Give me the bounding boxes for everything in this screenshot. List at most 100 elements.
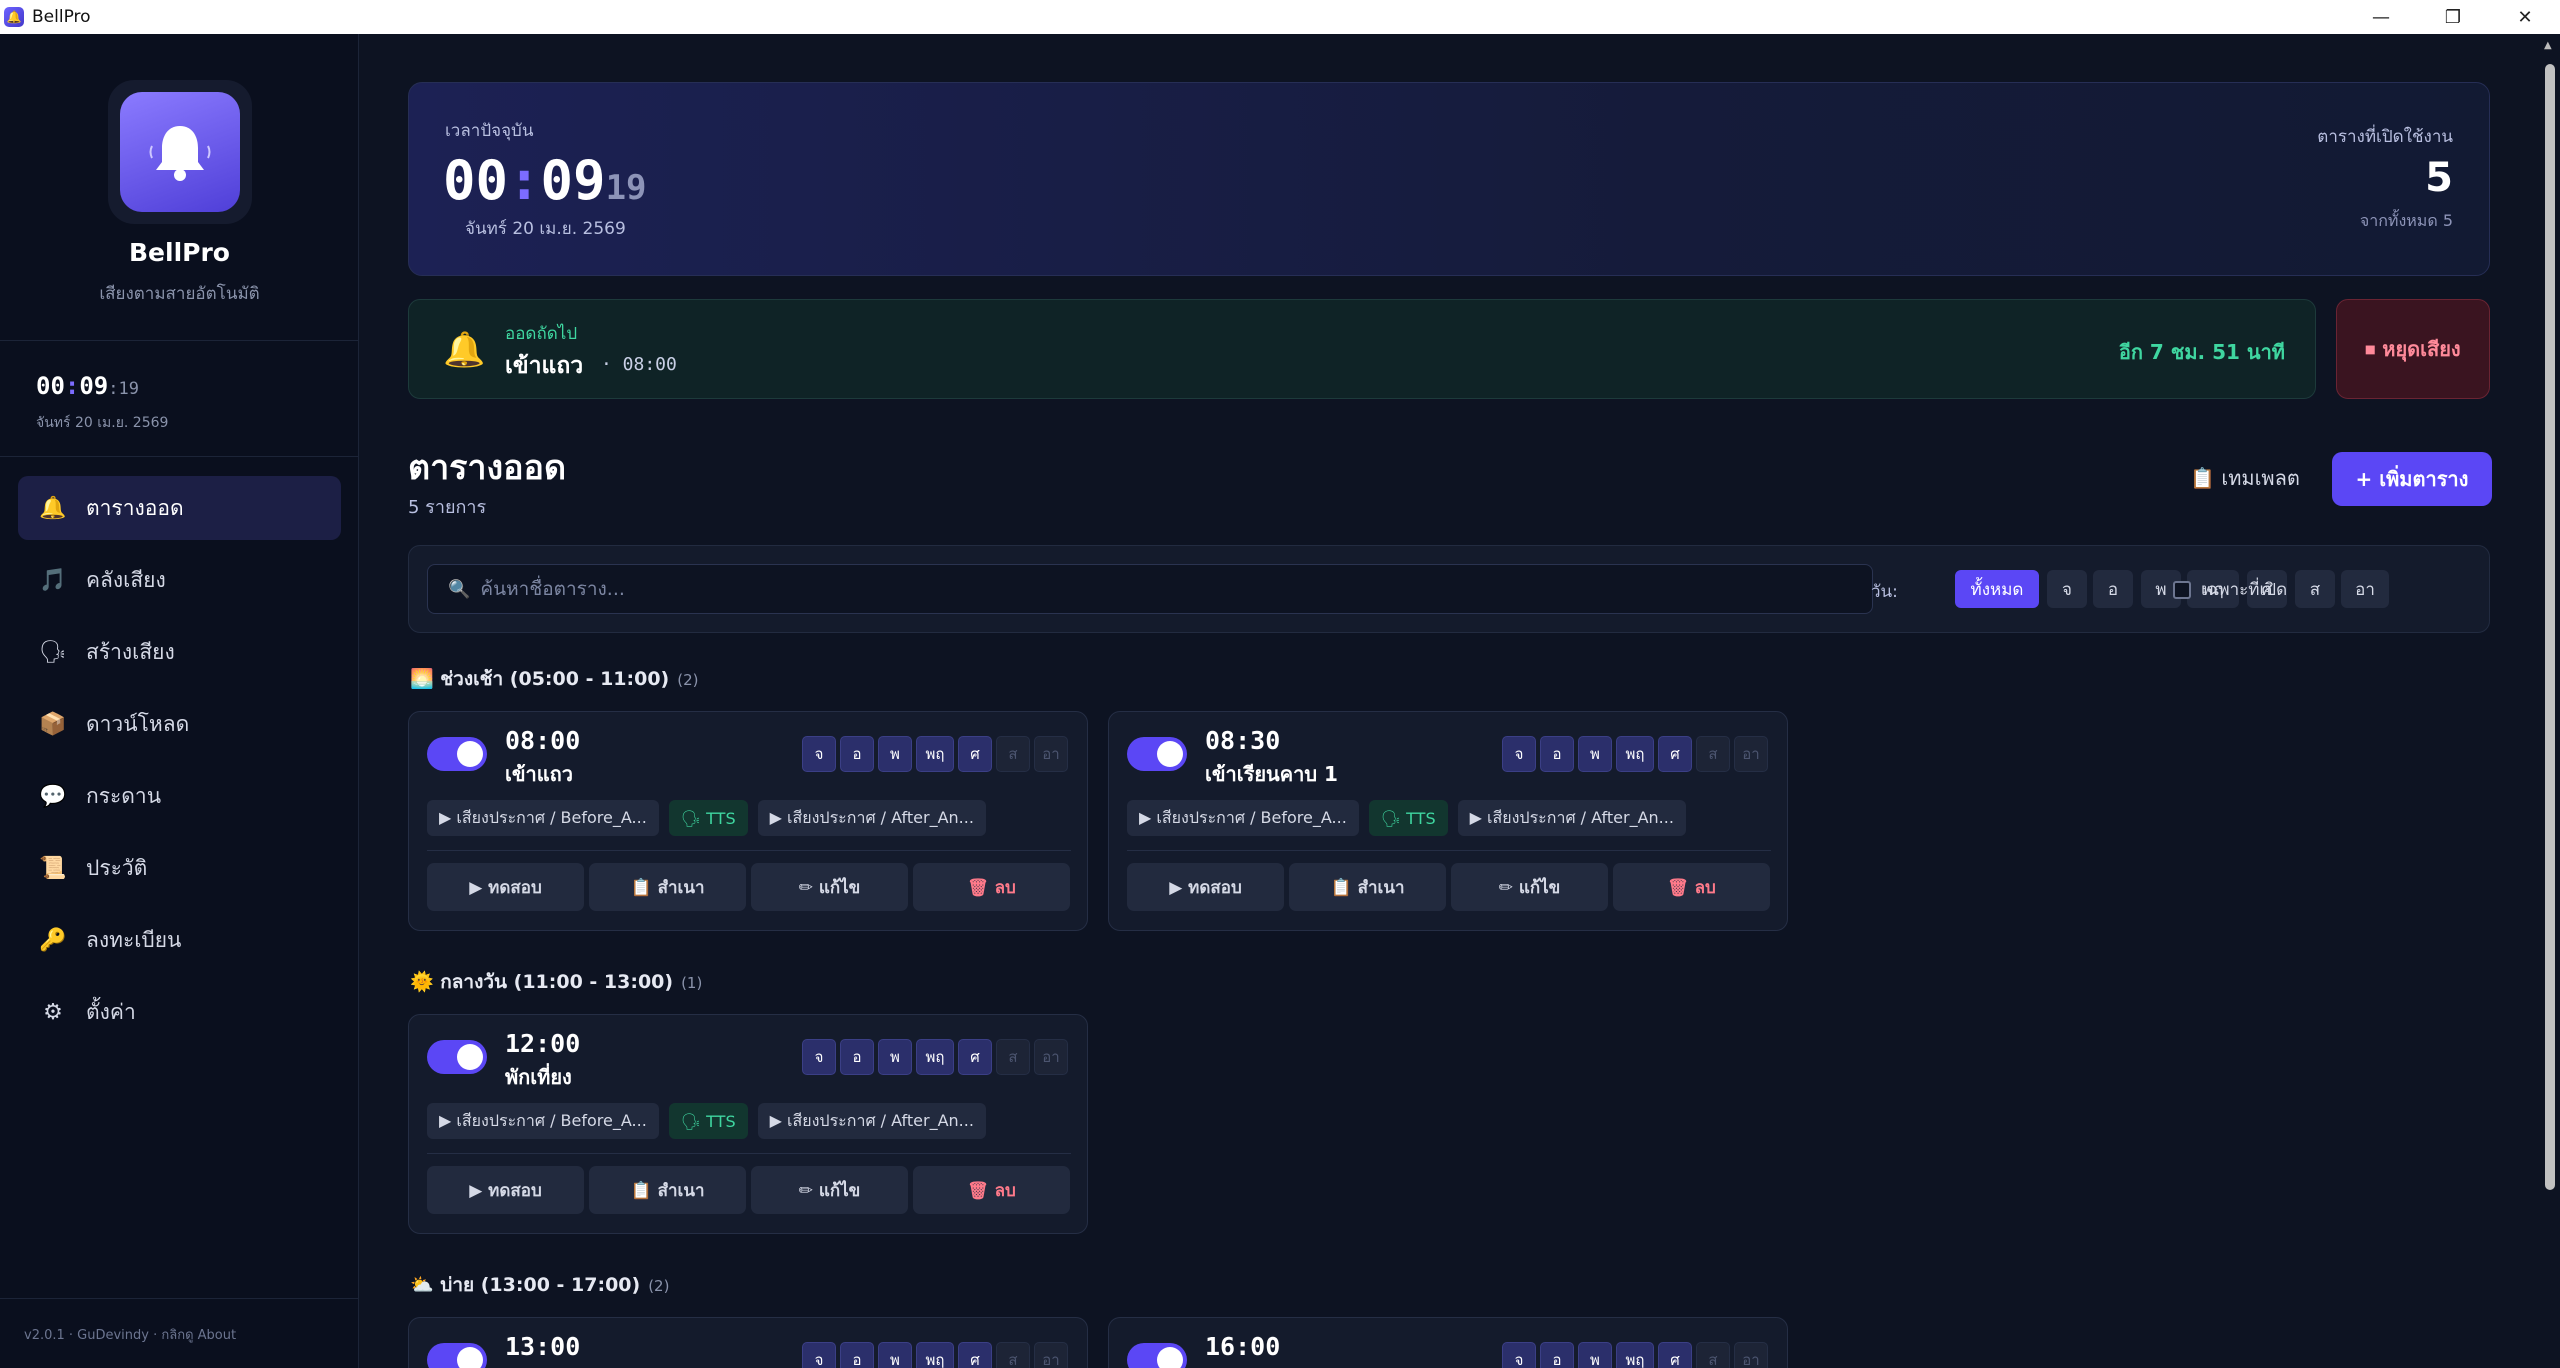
main-scrollbar[interactable]: ▲ xyxy=(2540,34,2560,1368)
schedule-days: จ อ พ พฤ ศ ส อา xyxy=(802,1342,1072,1368)
divider xyxy=(427,1153,1071,1154)
copy-button[interactable]: 📋 สำเนา xyxy=(1289,863,1446,911)
divider xyxy=(0,456,359,457)
day-badge: พ xyxy=(1578,736,1612,772)
day-badge: จ xyxy=(1502,1342,1536,1368)
sidebar-item-register[interactable]: 🔑 ลงทะเบียน xyxy=(18,908,341,972)
window-titlebar: 🔔 BellPro — ❐ ✕ xyxy=(0,0,2560,34)
day-badge: อา xyxy=(1734,1342,1768,1368)
schedule-toggle[interactable] xyxy=(1127,737,1187,771)
delete-button[interactable]: 🗑 ลบ xyxy=(913,1166,1070,1214)
next-bell-card: 🔔 ออดถัดไป เข้าแถว · 08:00 อีก 7 ชม. 51 … xyxy=(408,299,2316,399)
schedule-name: พักเที่ยง xyxy=(505,1065,572,1089)
sidebar-footer[interactable]: v2.0.1 · GuDevindy · กลิกดู About xyxy=(24,1324,236,1345)
add-schedule-button[interactable]: + เพิ่มตาราง xyxy=(2332,452,2492,506)
current-time: 00:0919 xyxy=(443,149,647,212)
day-filter-all[interactable]: ทั้งหมด xyxy=(1955,570,2039,608)
sidebar-item-settings[interactable]: ⚙ ตั้งค่า xyxy=(18,980,341,1044)
schedule-sounds: ▶ เสียงประกาศ / Before_A... 🗣 TTS ▶ เสีย… xyxy=(1127,800,1696,836)
scroll-up-icon[interactable]: ▲ xyxy=(2544,40,2552,51)
schedule-time: 08:30 xyxy=(1205,726,1281,755)
schedule-toggle[interactable] xyxy=(427,1343,487,1368)
music-icon: 🎵 xyxy=(39,567,67,593)
tts-chip[interactable]: 🗣 TTS xyxy=(668,800,748,836)
day-badge: พ xyxy=(1578,1342,1612,1368)
sidebar-item-label: ดาวน์โหลด xyxy=(86,711,190,736)
sound-chip[interactable]: ▶ เสียงประกาศ / After_An... xyxy=(757,800,986,836)
copy-button[interactable]: 📋 สำเนา xyxy=(589,1166,746,1214)
day-badge: อา xyxy=(1734,736,1768,772)
sound-chip[interactable]: ▶ เสียงประกาศ / After_An... xyxy=(1457,800,1686,836)
day-badge: พฤ xyxy=(916,1342,954,1368)
sound-chip[interactable]: ▶ เสียงประกาศ / Before_A... xyxy=(1127,800,1359,836)
test-button[interactable]: ▶ ทดสอบ xyxy=(1127,863,1284,911)
schedule-time: 16:00 xyxy=(1205,1332,1281,1361)
schedule-time: 12:00 xyxy=(505,1029,581,1058)
day-badge: อา xyxy=(1034,1039,1068,1075)
sidebar-item-label: ตารางออด xyxy=(86,495,184,520)
day-badge: ศ xyxy=(958,1039,992,1075)
delete-button[interactable]: 🗑 ลบ xyxy=(1613,863,1770,911)
sidebar-item-download[interactable]: 📦 ดาวน์โหลด xyxy=(18,692,341,756)
schedule-card: 12:00 พักเที่ยง จ อ พ พฤ ศ ส อา ▶ เสียงป… xyxy=(408,1014,1088,1234)
schedule-card: 08:00 เข้าแถว จ อ พ พฤ ศ ส อา ▶ เสียงประ… xyxy=(408,711,1088,931)
schedule-actions: ▶ ทดสอบ 📋 สำเนา ✏ แก้ไข 🗑 ลบ xyxy=(427,1166,1075,1214)
schedule-toggle[interactable] xyxy=(1127,1343,1187,1368)
divider xyxy=(0,1298,359,1299)
day-filter-sun[interactable]: อา xyxy=(2341,570,2389,608)
schedule-toggle[interactable] xyxy=(427,737,487,771)
day-filter-label: วัน: xyxy=(1871,582,1898,602)
edit-button[interactable]: ✏ แก้ไข xyxy=(1451,863,1608,911)
day-badge: ส xyxy=(996,1039,1030,1075)
sound-chip[interactable]: ▶ เสียงประกาศ / Before_A... xyxy=(427,800,659,836)
day-badge: จ xyxy=(802,1039,836,1075)
edit-button[interactable]: ✏ แก้ไข xyxy=(751,1166,908,1214)
sidebar-item-board[interactable]: 💬 กระดาน xyxy=(18,764,341,828)
test-button[interactable]: ▶ ทดสอบ xyxy=(427,1166,584,1214)
template-button[interactable]: 📋 เทมเพลต xyxy=(2180,452,2310,504)
schedule-time: 13:00 xyxy=(505,1332,581,1361)
enabled-only-label: เฉพาะที่เปิด xyxy=(2201,580,2288,600)
schedule-toggle[interactable] xyxy=(427,1040,487,1074)
search-input[interactable]: 🔍 ค้นหาชื่อตาราง... xyxy=(427,564,1873,614)
enabled-only-checkbox[interactable]: เฉพาะที่เปิด xyxy=(2173,576,2287,603)
schedule-actions: ▶ ทดสอบ 📋 สำเนา ✏ แก้ไข 🗑 ลบ xyxy=(427,863,1075,911)
day-filter-sat[interactable]: ส xyxy=(2295,570,2335,608)
key-icon: 🔑 xyxy=(39,927,67,953)
schedule-sounds: ▶ เสียงประกาศ / Before_A... 🗣 TTS ▶ เสีย… xyxy=(427,1103,996,1139)
divider xyxy=(427,850,1071,851)
day-filter-tue[interactable]: อ xyxy=(2093,570,2133,608)
bell-icon: 🔔 xyxy=(39,495,67,521)
scrollbar-thumb[interactable] xyxy=(2545,64,2555,1190)
gear-icon: ⚙ xyxy=(43,999,63,1025)
day-badge: อ xyxy=(1540,736,1574,772)
sidebar-item-label: ลงทะเบียน xyxy=(86,927,182,952)
day-badge: ศ xyxy=(1658,736,1692,772)
schedule-days: จ อ พ พฤ ศ ส อา xyxy=(802,1039,1072,1075)
day-filter-mon[interactable]: จ xyxy=(2047,570,2087,608)
divider xyxy=(1127,850,1771,851)
stop-sound-button[interactable]: ⏹ หยุดเสียง xyxy=(2336,299,2490,399)
sound-chip[interactable]: ▶ เสียงประกาศ / After_An... xyxy=(757,1103,986,1139)
sidebar-item-create-sound[interactable]: 🗣 สร้างเสียง xyxy=(18,620,341,684)
copy-button[interactable]: 📋 สำเนา xyxy=(589,863,746,911)
day-badge: จ xyxy=(802,736,836,772)
restore-button[interactable]: ❐ xyxy=(2418,0,2488,34)
edit-button[interactable]: ✏ แก้ไข xyxy=(751,863,908,911)
minimize-button[interactable]: — xyxy=(2346,0,2416,34)
app-bell-icon: 🔔 xyxy=(4,7,24,27)
tts-chip[interactable]: 🗣 TTS xyxy=(1368,800,1448,836)
sidebar-nav: 🔔 ตารางออด 🎵 คลังเสียง 🗣 สร้างเสียง 📦 ดาวน์โ… xyxy=(18,476,341,1052)
day-badge: อ xyxy=(840,736,874,772)
sidebar-item-label: ตั้งค่า xyxy=(86,999,136,1024)
close-button[interactable]: ✕ xyxy=(2490,0,2560,34)
test-button[interactable]: ▶ ทดสอบ xyxy=(427,863,584,911)
sidebar-item-label: กระดาน xyxy=(86,783,162,808)
sound-chip[interactable]: ▶ เสียงประกาศ / Before_A... xyxy=(427,1103,659,1139)
sidebar-item-sound-library[interactable]: 🎵 คลังเสียง xyxy=(18,548,341,612)
tts-chip[interactable]: 🗣 TTS xyxy=(668,1103,748,1139)
delete-button[interactable]: 🗑 ลบ xyxy=(913,863,1070,911)
sidebar-item-history[interactable]: 📜 ประวัติ xyxy=(18,836,341,900)
day-badge: จ xyxy=(802,1342,836,1368)
sidebar-item-schedule[interactable]: 🔔 ตารางออด xyxy=(18,476,341,540)
